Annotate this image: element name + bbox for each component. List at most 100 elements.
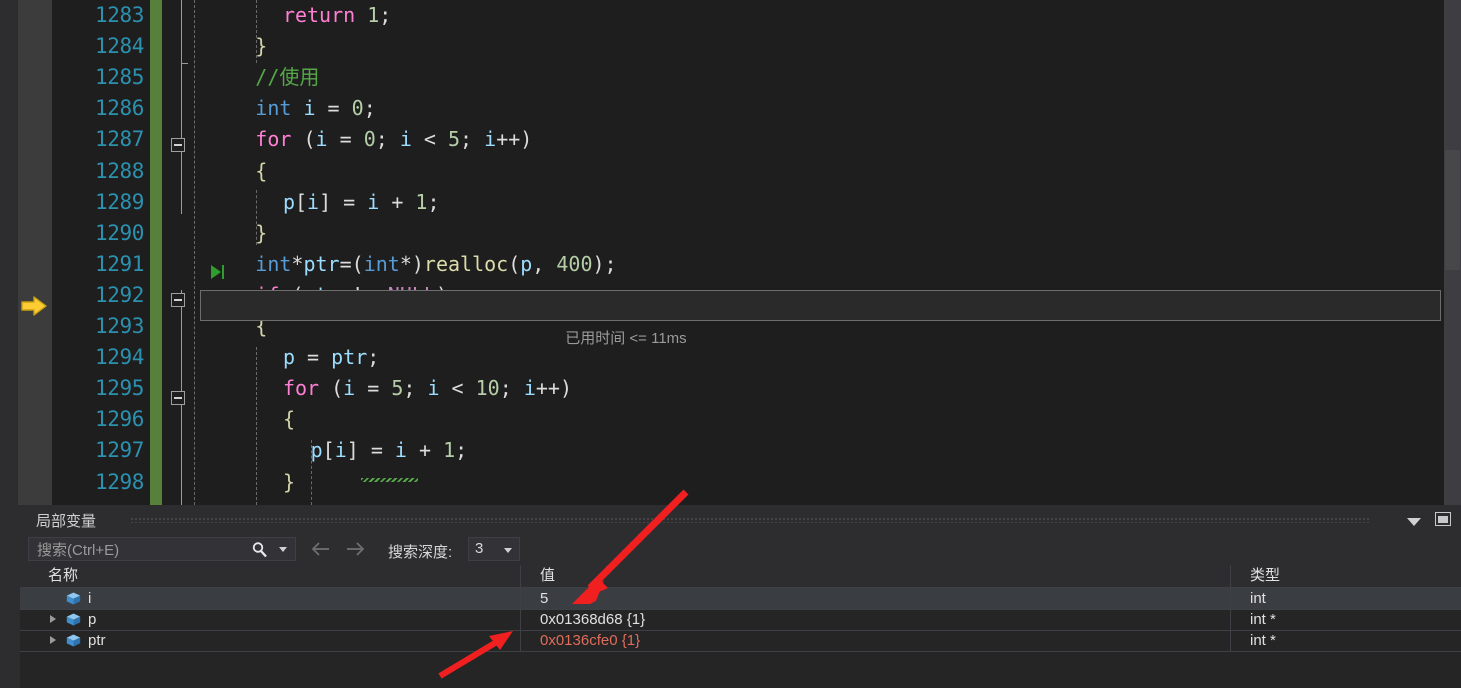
variable-name: p <box>88 611 97 628</box>
indent-guide <box>194 0 196 505</box>
code-text[interactable]: int i = 0; <box>255 93 375 124</box>
elapsed-time-label: 已用时间 <= 11ms <box>565 330 687 347</box>
error-squiggle <box>361 478 418 482</box>
code-line[interactable]: 1287 for (i = 0; i < 5; i++) <box>0 124 1461 155</box>
cell-divider <box>520 609 521 630</box>
locals-title: 局部变量 <box>36 513 97 530</box>
scrollbar-thumb[interactable] <box>1445 150 1460 270</box>
search-depth-label: 搜索深度: <box>388 544 453 561</box>
variable-value[interactable]: 5 <box>540 588 548 609</box>
search-input[interactable] <box>35 538 264 562</box>
code-text[interactable]: { <box>283 404 295 435</box>
indent-guide <box>311 440 313 505</box>
code-line[interactable]: 1285 //使用 <box>0 62 1461 93</box>
search-box[interactable] <box>28 537 296 562</box>
line-number: 1288 <box>95 158 144 183</box>
variable-value[interactable]: 0x01368d68 {1} <box>540 609 645 630</box>
cell-divider <box>1230 609 1231 630</box>
current-statement-highlight <box>200 290 1441 321</box>
execution-pointer-icon <box>20 294 50 318</box>
locals-grid[interactable]: 名称 值 类型 i 5 int p 0x01368d68 {1} int * ptr 0x01… <box>20 565 1461 688</box>
expand-triangle-icon[interactable] <box>50 615 56 623</box>
variable-value[interactable]: 0x0136cfe0 {1} <box>540 630 640 651</box>
code-line[interactable]: 1294 p = ptr; <box>0 342 1461 373</box>
variable-type: int * <box>1250 632 1276 649</box>
search-previous-icon[interactable] <box>310 541 332 557</box>
line-number: 1289 <box>95 189 144 214</box>
locals-panel: 局部变量 搜索(Ctrl+E) 搜索深度: 3 名称 值 类型 i 5 int … <box>0 505 1461 688</box>
line-number: 1286 <box>95 96 144 121</box>
code-text[interactable]: { <box>255 156 267 187</box>
line-number: 1296 <box>95 407 144 432</box>
code-text[interactable]: p[i] = i + 1; <box>283 187 440 218</box>
search-icon[interactable] <box>251 541 269 559</box>
code-text[interactable]: return 1; <box>283 0 391 31</box>
code-line[interactable]: 1284} <box>0 31 1461 62</box>
column-header-name[interactable]: 名称 <box>48 565 78 587</box>
column-header-type[interactable]: 类型 <box>1250 565 1280 587</box>
search-options-chevron-icon[interactable] <box>279 547 287 552</box>
variable-field-icon <box>66 634 81 647</box>
variable-type: int <box>1250 590 1266 607</box>
outline-collapse-box[interactable] <box>171 293 185 307</box>
code-text[interactable]: //使用 <box>255 62 319 93</box>
line-number: 1291 <box>95 251 144 276</box>
table-row[interactable]: i 5 int <box>20 588 1461 610</box>
search-depth-value: 3 <box>475 540 484 557</box>
code-line[interactable]: 1295 for (i = 5; i < 10; i++) <box>0 373 1461 404</box>
indent-guide <box>256 347 258 505</box>
line-number: 1285 <box>95 65 144 90</box>
variable-name: ptr <box>88 632 106 649</box>
outline-collapse-box[interactable] <box>171 138 185 152</box>
search-depth-stepper[interactable]: 3 <box>468 537 520 561</box>
variable-name: i <box>88 590 92 607</box>
line-number: 1290 <box>95 220 144 245</box>
code-text[interactable]: for (i = 0; i < 5; i++) <box>255 124 532 155</box>
code-text[interactable]: p = ptr; <box>283 342 379 373</box>
indent-guide <box>256 190 258 245</box>
code-line[interactable]: 1296 { <box>0 404 1461 435</box>
code-text[interactable]: } <box>283 467 295 498</box>
cell-divider <box>1230 630 1231 651</box>
line-number: 1295 <box>95 376 144 401</box>
outline-bracket-line <box>181 0 182 214</box>
column-divider[interactable] <box>1230 565 1231 587</box>
variable-type: int * <box>1250 611 1276 628</box>
code-line[interactable]: 1283 return 1; <box>0 0 1461 31</box>
column-header-value[interactable]: 值 <box>540 565 555 587</box>
code-text[interactable]: int*ptr=(int*)realloc(p, 400); <box>255 249 616 280</box>
cell-divider <box>520 588 521 609</box>
table-row[interactable]: ptr 0x0136cfe0 {1} int * <box>20 630 1461 652</box>
code-line[interactable]: 1297 p[i] = i + 1; <box>0 435 1461 466</box>
cell-divider <box>520 630 521 651</box>
chevron-down-icon[interactable] <box>1407 514 1421 526</box>
code-text[interactable]: p[i] = i + 1; <box>311 435 468 466</box>
chevron-down-icon[interactable] <box>504 548 512 553</box>
editor-vertical-scrollbar[interactable] <box>1444 0 1461 505</box>
code-editor[interactable]: 1283 return 1; 1284} 1285 //使用 1286 int i = 0;… <box>0 0 1461 505</box>
expand-triangle-icon[interactable] <box>50 636 56 644</box>
code-line[interactable]: 1290} <box>0 218 1461 249</box>
run-to-click-icon[interactable] <box>208 262 228 282</box>
code-line[interactable]: 1289 p[i] = i + 1; <box>0 187 1461 218</box>
code-line[interactable]: 1286 int i = 0; <box>0 93 1461 124</box>
column-divider[interactable] <box>520 565 521 587</box>
window-restore-icon[interactable] <box>1435 512 1451 526</box>
code-line[interactable]: 1298} <box>0 467 1461 498</box>
cell-divider <box>1230 588 1231 609</box>
visual-studio-debug-window: 1283 return 1; 1284} 1285 //使用 1286 int i = 0;… <box>0 0 1461 688</box>
line-number: 1297 <box>95 438 144 463</box>
outline-end-tick <box>181 63 188 64</box>
locals-title-bar[interactable]: 局部变量 <box>20 505 1461 533</box>
code-line[interactable]: 1288 { <box>0 156 1461 187</box>
line-number: 1287 <box>95 127 144 152</box>
grid-header-row: 名称 值 类型 <box>20 565 1461 588</box>
line-number: 1293 <box>95 314 144 338</box>
search-next-icon[interactable] <box>344 541 366 557</box>
variable-field-icon <box>66 592 81 605</box>
indent-guide <box>256 0 258 63</box>
variable-field-icon <box>66 613 81 626</box>
outline-collapse-box[interactable] <box>171 391 185 405</box>
panel-left-edge <box>0 505 20 688</box>
table-row[interactable]: p 0x01368d68 {1} int * <box>20 609 1461 631</box>
